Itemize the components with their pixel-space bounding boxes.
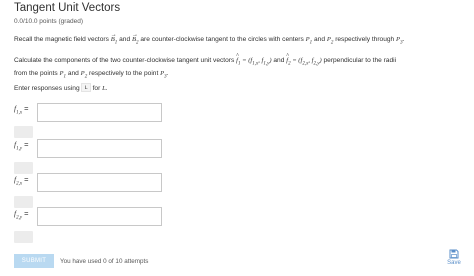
paragraph-instructions: Enter responses using L for L. [14, 83, 108, 92]
answer-input-f2x[interactable] [37, 173, 162, 192]
answer-input-f2y[interactable] [37, 207, 162, 226]
attempts-text: You have used 0 of 10 attempts [60, 258, 149, 265]
status-indicator [14, 231, 33, 243]
status-indicator [14, 196, 33, 208]
field-label-f2y: f2,y = [14, 209, 29, 221]
code-snippet: L [81, 83, 91, 92]
field-label-f1y: f1,y = [14, 140, 29, 152]
problem-title: Tangent Unit Vectors [14, 2, 121, 14]
answer-input-f1x[interactable] [37, 103, 162, 122]
paragraph-calculate: Calculate the components of the two coun… [14, 53, 397, 80]
status-indicator [14, 126, 33, 138]
unit-vector-f1: ^ f1 = (f1,x, f1,y) [236, 53, 272, 67]
answer-input-f1y[interactable] [37, 139, 162, 158]
unit-vector-f2: ^ f2 = (f2,x, f2,y) [286, 53, 322, 67]
save-button[interactable]: Save [445, 249, 463, 273]
field-label-f2x: f2,x = [14, 175, 29, 187]
submit-button[interactable]: SUBMIT [14, 254, 54, 268]
field-label-f1x: f1,x = [14, 104, 29, 116]
save-label: Save [447, 260, 461, 266]
paragraph-magnetic-field: Recall the magnetic field vectors → B1 an… [14, 32, 405, 46]
points-label: 0.0/10.0 points (graded) [14, 18, 84, 25]
save-icon [449, 249, 459, 259]
status-indicator [14, 162, 33, 174]
